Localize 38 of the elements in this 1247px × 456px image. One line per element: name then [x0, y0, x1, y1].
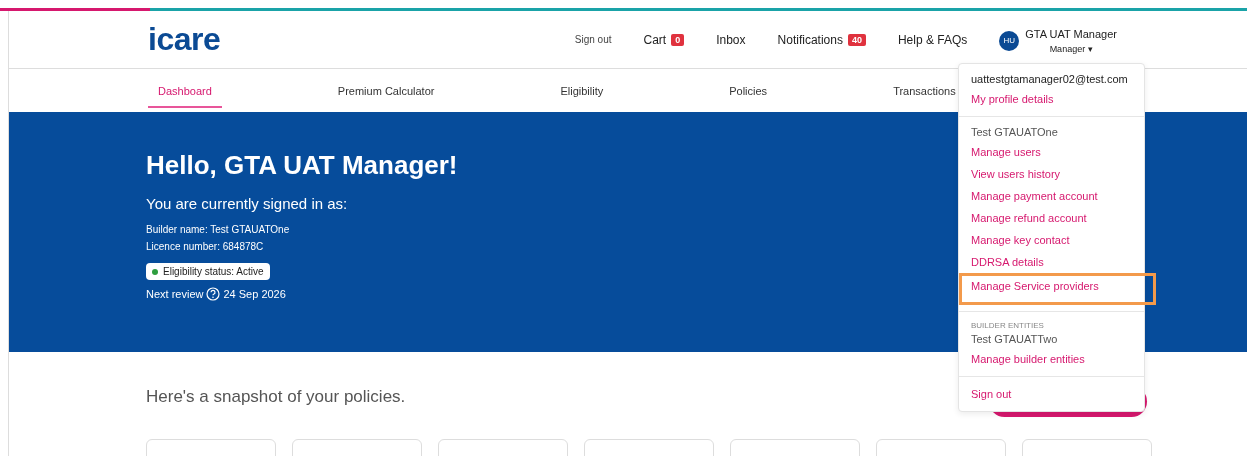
nav-tab[interactable]: Dashboard [148, 84, 222, 108]
menu-link[interactable]: My profile details [959, 88, 1144, 110]
menu-section-heading: BUILDER ENTITIES [970, 320, 1045, 330]
nav-tab[interactable]: Eligibility [550, 84, 614, 97]
role-dropdown[interactable]: Manager ▾ [1049, 43, 1093, 54]
user-name: GTA UAT Manager [1025, 27, 1117, 40]
review-label: Next review [146, 288, 204, 300]
licence-number: Licence number: 684878C [146, 241, 264, 252]
logo[interactable]: icare [148, 21, 221, 58]
count-badge: 40 [847, 33, 866, 46]
menu-label: Test GTAUATOne [970, 125, 1059, 140]
snapshot-heading: Here's a snapshot of your policies. [146, 387, 406, 407]
header-link[interactable]: Cart [643, 32, 667, 47]
signed-in-text: You are currently signed in as: [146, 195, 348, 212]
greeting-heading: Hello, GTA UAT Manager! [146, 150, 458, 181]
menu-link[interactable]: Manage Service providers [959, 273, 1156, 305]
menu-link[interactable]: DDRSA details [959, 251, 1144, 273]
review-date: 24 Sep 2026 [223, 288, 286, 300]
count-badge: 0 [671, 33, 685, 46]
help-icon[interactable] [206, 287, 221, 301]
menu-link[interactable]: Manage users [959, 141, 1144, 163]
menu-link[interactable]: Manage payment account [959, 185, 1144, 207]
menu-label: Test GTAUATTwo [970, 332, 1059, 347]
nav-tab[interactable]: Policies [719, 84, 778, 97]
sign-out-link[interactable]: Sign out [574, 34, 612, 45]
menu-label: uattestgtamanager02@test.com [970, 72, 1129, 87]
header-link[interactable]: Inbox [716, 32, 746, 47]
header-link[interactable]: Help & FAQs [897, 32, 968, 47]
menu-link[interactable]: View users history [959, 163, 1144, 185]
menu-link[interactable]: Manage key contact [959, 229, 1144, 251]
menu-link[interactable]: Manage refund account [959, 207, 1144, 229]
menu-link[interactable]: Manage builder entities [959, 348, 1144, 370]
builder-name: Builder name: Test GTAUATOne [146, 224, 290, 235]
nav-tab[interactable]: Premium Calculator [327, 84, 445, 97]
header-link[interactable]: Notifications [777, 32, 843, 47]
status-text: Eligibility status: Active [163, 266, 264, 277]
menu-link[interactable]: Sign out [959, 383, 1144, 405]
avatar[interactable]: HU [999, 30, 1020, 51]
